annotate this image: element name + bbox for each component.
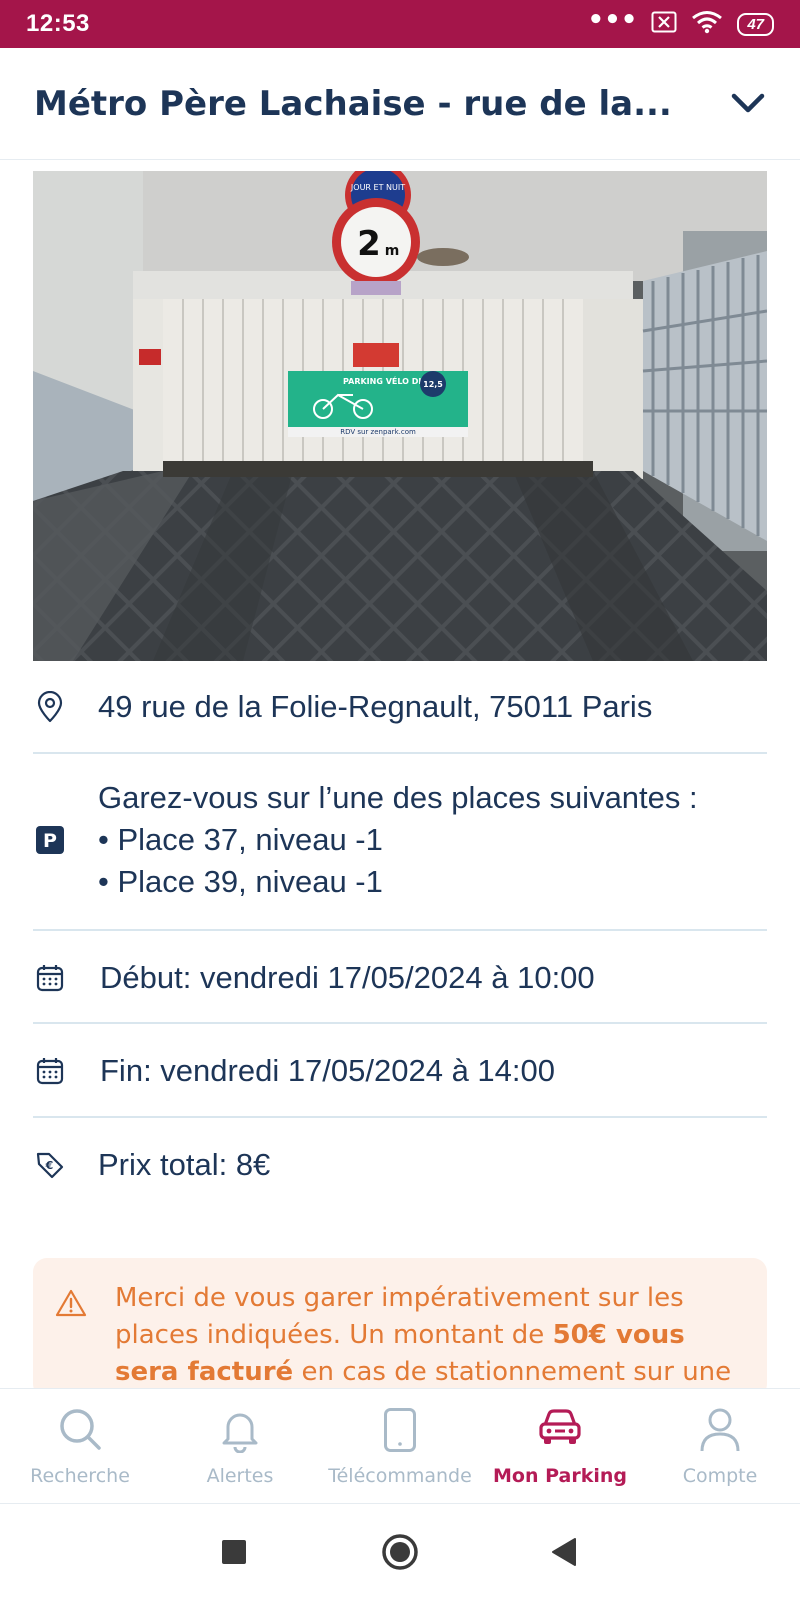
- places-row: P Garez-vous sur l’une des places suivan…: [33, 776, 767, 904]
- places-intro: Garez-vous sur l’une des places suivante…: [98, 780, 698, 815]
- nav-label: Alertes: [206, 1465, 274, 1487]
- warning-icon: [55, 1288, 87, 1322]
- user-icon: [699, 1407, 741, 1457]
- bottom-navigation: Recherche Alertes Télécommande Mon Parki…: [0, 1388, 800, 1504]
- square-icon: [222, 1540, 246, 1564]
- location-pin-icon: [33, 691, 67, 723]
- start-row: Début: vendredi 17/05/2024 à 10:00: [33, 953, 767, 1003]
- warning-text: Merci de vous garer impérativement sur l…: [115, 1280, 745, 1398]
- search-icon: [58, 1407, 102, 1455]
- nav-label: Mon Parking: [493, 1465, 627, 1487]
- calendar-icon: [33, 1056, 67, 1086]
- end-text: Fin: vendredi 17/05/2024 à 14:00: [100, 1053, 556, 1088]
- parking-entrance-photo: PARKING VÉLO DISPO 12,5 RDV sur zenpark.…: [33, 171, 767, 661]
- back-triangle-icon: [552, 1538, 576, 1566]
- recent-apps-button[interactable]: [221, 1539, 247, 1569]
- parking-icon: P: [33, 826, 67, 854]
- parking-photo-carousel[interactable]: PARKING VÉLO DISPO 12,5 RDV sur zenpark.…: [33, 171, 767, 661]
- parking-warning-banner: Merci de vous garer impérativement sur l…: [33, 1258, 767, 1398]
- car-icon: [538, 1407, 582, 1451]
- price-tag-icon: €: [33, 1150, 67, 1180]
- page-title: Métro Père Lachaise - rue de la...: [34, 83, 672, 124]
- svg-text:12,5: 12,5: [423, 380, 443, 389]
- battery-indicator: 47: [737, 12, 774, 36]
- address-text: 49 rue de la Folie-Regnault, 75011 Paris: [98, 689, 653, 724]
- place-item: • Place 39, niveau -1: [98, 864, 383, 899]
- nav-telecommande[interactable]: Télécommande: [320, 1389, 480, 1505]
- chevron-down-icon: [731, 93, 765, 112]
- svg-text:RDV sur zenpark.com: RDV sur zenpark.com: [340, 428, 416, 436]
- divider: [33, 752, 767, 754]
- nav-label: Télécommande: [328, 1465, 472, 1487]
- calendar-icon: [33, 963, 67, 993]
- nav-label: Recherche: [30, 1465, 130, 1487]
- phone-icon: [383, 1407, 417, 1457]
- sim-off-icon: [651, 11, 677, 37]
- start-text: Début: vendredi 17/05/2024 à 10:00: [100, 960, 595, 995]
- status-bar: 12:53 ••• 47: [0, 0, 800, 48]
- status-time: 12:53: [26, 10, 90, 37]
- nav-label: Compte: [682, 1465, 758, 1487]
- price-text: Prix total: 8€: [98, 1147, 271, 1182]
- divider: [33, 1022, 767, 1024]
- wifi-icon: [691, 10, 723, 38]
- nav-mon-parking[interactable]: Mon Parking: [480, 1389, 640, 1505]
- bell-icon: [220, 1407, 260, 1457]
- divider: [33, 1116, 767, 1118]
- svg-text:P: P: [43, 830, 57, 852]
- circle-icon: [382, 1534, 418, 1570]
- collapse-button[interactable]: [728, 84, 768, 124]
- back-button[interactable]: [551, 1537, 577, 1571]
- end-row: Fin: vendredi 17/05/2024 à 14:00: [33, 1046, 767, 1096]
- home-button[interactable]: [381, 1533, 419, 1575]
- address-row: 49 rue de la Folie-Regnault, 75011 Paris: [33, 682, 767, 732]
- divider: [33, 929, 767, 931]
- nav-alertes[interactable]: Alertes: [160, 1389, 320, 1505]
- status-icons: ••• 47: [587, 5, 774, 38]
- place-item: • Place 37, niveau -1: [98, 822, 383, 857]
- system-navigation-bar: [0, 1504, 800, 1600]
- svg-text:m: m: [385, 243, 400, 259]
- price-row: € Prix total: 8€: [33, 1140, 767, 1190]
- svg-text:JOUR ET NUIT: JOUR ET NUIT: [350, 183, 405, 192]
- svg-text:2: 2: [357, 224, 381, 264]
- page-header: Métro Père Lachaise - rue de la...: [0, 48, 800, 160]
- places-text: Garez-vous sur l’une des places suivante…: [98, 777, 698, 903]
- nav-recherche[interactable]: Recherche: [0, 1389, 160, 1505]
- nav-compte[interactable]: Compte: [640, 1389, 800, 1505]
- svg-text:€: €: [45, 1159, 54, 1172]
- more-notifications-icon: •••: [587, 5, 638, 35]
